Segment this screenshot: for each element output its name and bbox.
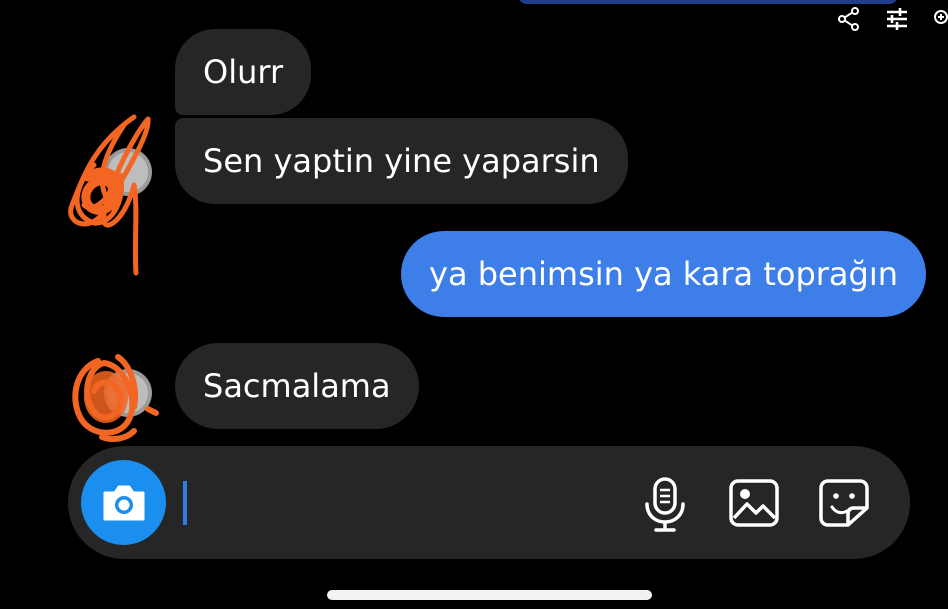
adjust-icon[interactable]	[884, 6, 910, 32]
chat-screen: Olurr Sen yaptin yine yaparsin ya benims…	[0, 0, 948, 609]
message-text: Sacmalama	[203, 367, 391, 405]
top-banner[interactable]	[518, 0, 898, 4]
message-bubble-incoming[interactable]: Olurr	[175, 29, 312, 115]
message-bubble-incoming[interactable]: Sacmalama	[175, 343, 419, 429]
avatar[interactable]	[64, 105, 164, 277]
zoom-icon[interactable]	[932, 6, 948, 32]
message-text: ya benimsin ya kara toprağın	[429, 255, 898, 293]
camera-button[interactable]	[81, 460, 166, 545]
message-text: Sen yaptin yine yaparsin	[203, 142, 600, 180]
message-text: Olurr	[203, 53, 284, 91]
avatar[interactable]	[68, 347, 164, 443]
gallery-icon[interactable]	[728, 478, 780, 528]
message-input[interactable]	[182, 470, 626, 536]
microphone-icon[interactable]	[642, 476, 688, 532]
sticker-icon[interactable]	[818, 478, 870, 528]
message-bubble-outgoing[interactable]: ya benimsin ya kara toprağın	[401, 231, 926, 317]
message-bubble-incoming[interactable]: Sen yaptin yine yaparsin	[175, 118, 628, 204]
home-indicator[interactable]	[327, 590, 652, 600]
camera-icon	[103, 485, 144, 520]
share-icon[interactable]	[836, 6, 862, 32]
